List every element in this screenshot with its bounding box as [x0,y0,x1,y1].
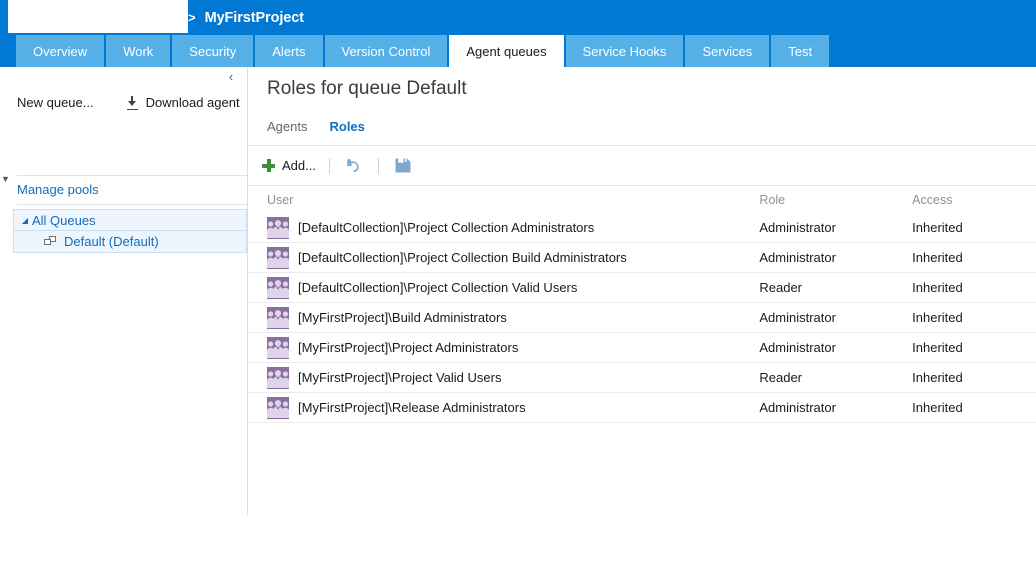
tab-test[interactable]: Test [771,35,830,67]
cell-role[interactable]: Reader [759,370,912,385]
save-button[interactable] [392,155,414,177]
main-tab-strip: Overview Work Security Alerts Version Co… [0,35,1036,67]
group-icon [267,336,289,359]
table-row[interactable]: [DefaultCollection]\Project Collection A… [248,213,1036,243]
tab-version-control[interactable]: Version Control [324,35,448,67]
tab-alerts[interactable]: Alerts [255,35,323,67]
cell-role[interactable]: Administrator [759,250,912,265]
table-row[interactable]: [MyFirstProject]\Project Administrators A… [248,333,1036,363]
tab-roles[interactable]: Roles [329,119,364,134]
roles-toolbar: Add... [248,146,1036,185]
page-title: MyFirstProject [204,9,304,26]
download-agent-label: Download agent [145,95,240,110]
table-row[interactable]: [MyFirstProject]\Release Administrators A… [248,393,1036,423]
redacted-account-field[interactable] [8,0,188,33]
tree-item-default-queue-label: Default (Default) [64,234,159,249]
cell-user: [MyFirstProject]\Build Administrators [248,306,759,329]
undo-arrow-icon [347,158,360,172]
queue-icon [44,235,57,248]
cell-user: [MyFirstProject]\Project Valid Users [248,366,759,389]
user-name-label: [DefaultCollection]\Project Collection B… [298,250,627,265]
roles-grid: User Role Access [DefaultCollection]\Pro… [248,186,1036,423]
column-header-access[interactable]: Access [912,193,1036,207]
group-icon [267,366,289,389]
cell-access: Inherited [912,370,963,385]
plus-icon [262,159,275,172]
top-header-bar: > MyFirstProject [0,0,1036,35]
cell-access: Inherited [912,400,963,415]
save-disk-icon [395,158,411,173]
cell-role[interactable]: Administrator [759,400,912,415]
toolbar-separator-1 [328,157,330,174]
tab-agent-queues[interactable]: Agent queues [449,35,564,67]
cell-role[interactable]: Administrator [759,220,912,235]
table-row[interactable]: [MyFirstProject]\Project Valid Users Read… [248,363,1036,393]
toolbar-separator-2 [377,157,379,174]
user-name-label: [MyFirstProject]\Project Valid Users [298,370,502,385]
tab-work[interactable]: Work [106,35,171,67]
queues-left-pane: ‹ New queue... Download agent Manage poo… [0,67,248,515]
grid-body: [DefaultCollection]\Project Collection A… [248,213,1036,423]
group-icon [267,246,289,269]
cell-access: Inherited [912,310,963,325]
pane-divider-top [17,175,247,176]
cell-role[interactable]: Reader [759,280,912,295]
cell-role[interactable]: Administrator [759,340,912,355]
breadcrumb: > MyFirstProject [188,0,304,35]
app-window: > MyFirstProject Overview Work Security … [0,0,1036,567]
download-icon [126,96,138,110]
user-name-label: [DefaultCollection]\Project Collection V… [298,280,578,295]
add-button[interactable]: Add... [262,158,316,173]
tab-services[interactable]: Services [685,35,770,67]
column-header-role[interactable]: Role [759,193,912,207]
tab-security[interactable]: Security [172,35,254,67]
column-header-user[interactable]: User [248,193,759,207]
table-row[interactable]: [MyFirstProject]\Build Administrators Adm… [248,303,1036,333]
user-name-label: [MyFirstProject]\Project Administrators [298,340,519,355]
cell-user: [DefaultCollection]\Project Collection B… [248,246,759,269]
new-queue-label: New queue... [17,95,94,110]
tree-item-default-queue[interactable]: Default (Default) [13,230,247,253]
cell-user: [DefaultCollection]\Project Collection A… [248,216,759,239]
user-name-label: [DefaultCollection]\Project Collection A… [298,220,595,235]
table-row[interactable]: [DefaultCollection]\Project Collection B… [248,243,1036,273]
group-icon [267,216,289,239]
group-icon [267,306,289,329]
group-icon [267,396,289,419]
tab-agents[interactable]: Agents [267,119,307,134]
pane-divider-bottom [17,204,247,205]
user-name-label: [MyFirstProject]\Release Administrators [298,400,526,415]
tree-item-all-queues[interactable]: ◢ All Queues [13,209,247,230]
cell-user: [MyFirstProject]\Release Administrators [248,396,759,419]
tree-item-all-queues-label: All Queues [32,212,96,228]
group-icon [267,276,289,299]
chevron-down-icon[interactable]: ◢ [14,216,32,225]
cell-access: Inherited [912,220,963,235]
cell-user: [DefaultCollection]\Project Collection V… [248,276,759,299]
undo-button[interactable] [343,155,365,177]
pivot-tab-bar: Agents Roles [267,119,365,134]
grid-header-row: User Role Access [248,186,1036,213]
pane-action-bar: New queue... Download agent [0,85,247,120]
cell-role[interactable]: Administrator [759,310,912,325]
table-row[interactable]: [DefaultCollection]\Project Collection V… [248,273,1036,303]
tab-overview[interactable]: Overview [16,35,105,67]
cell-access: Inherited [912,280,963,295]
content-heading: Roles for queue Default [267,78,467,99]
cell-access: Inherited [912,250,963,265]
tab-service-hooks[interactable]: Service Hooks [565,35,684,67]
cell-user: [MyFirstProject]\Project Administrators [248,336,759,359]
roles-main-content: Roles for queue Default Agents Roles Add… [248,67,1036,567]
collapse-pane-chevron-icon[interactable]: ‹ [224,70,238,84]
cell-access: Inherited [912,340,963,355]
user-name-label: [MyFirstProject]\Build Administrators [298,310,507,325]
add-button-label: Add... [282,158,316,173]
outer-tree-collapse-icon[interactable]: ▼ [1,173,13,185]
manage-pools-link[interactable]: Manage pools [17,182,99,197]
download-agent-button[interactable]: Download agent [126,95,240,110]
breadcrumb-separator-icon: > [188,10,196,25]
queues-tree: ◢ All Queues Default (Default) [13,209,247,253]
new-queue-button[interactable]: New queue... [17,95,94,110]
